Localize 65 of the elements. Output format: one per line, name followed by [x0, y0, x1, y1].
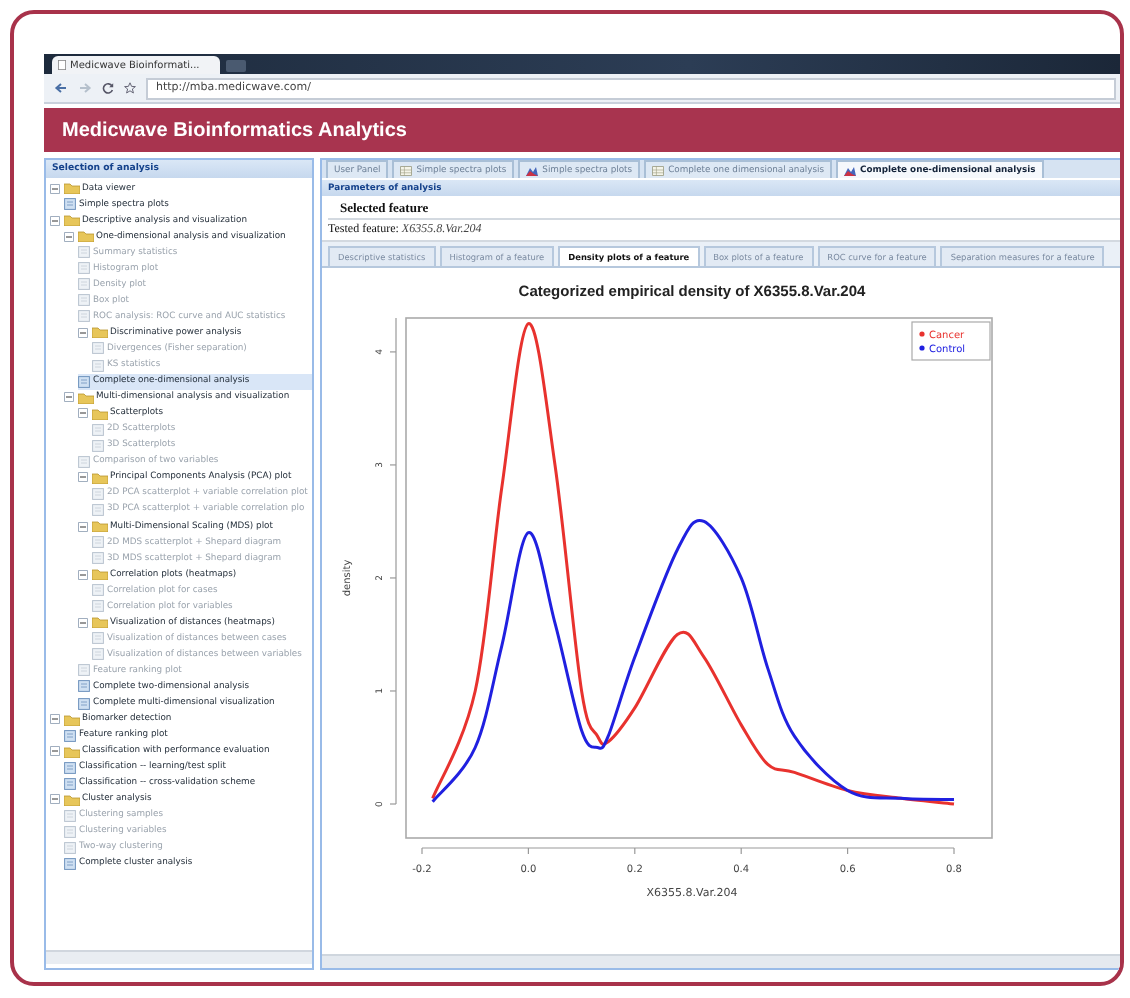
- star-icon[interactable]: [124, 82, 136, 94]
- document-icon: [64, 729, 76, 742]
- collapse-icon[interactable]: [50, 746, 60, 757]
- collapse-icon[interactable]: [64, 231, 74, 242]
- document-icon: [92, 342, 104, 355]
- document-icon: [78, 310, 90, 323]
- folder-icon: [63, 713, 79, 726]
- folder-icon: [63, 745, 79, 758]
- document-icon: [92, 487, 104, 500]
- document-icon: [92, 632, 104, 645]
- document-icon: [64, 841, 76, 854]
- document-icon: [92, 648, 104, 661]
- document-icon: [92, 584, 104, 597]
- legend-box: [911, 321, 991, 361]
- document-icon: [92, 536, 104, 549]
- document-icon: [92, 503, 104, 516]
- back-icon[interactable]: [54, 82, 68, 94]
- document-icon: [78, 375, 90, 388]
- document-icon: [64, 809, 76, 822]
- collapse-icon[interactable]: [50, 215, 60, 226]
- collapse-icon[interactable]: [78, 521, 88, 531]
- document-icon: [92, 439, 104, 452]
- collapse-icon[interactable]: [50, 183, 60, 194]
- document-icon: [92, 552, 104, 565]
- folder-icon: [63, 182, 79, 195]
- collapse-icon[interactable]: [64, 392, 74, 403]
- document-icon: [92, 423, 104, 436]
- document-icon: [64, 825, 76, 838]
- document-icon: [78, 294, 90, 307]
- document-icon: [64, 777, 76, 790]
- document-icon: [78, 697, 90, 710]
- document-icon: [92, 600, 104, 613]
- chart-icon: [844, 165, 857, 175]
- table-icon: [652, 165, 665, 175]
- forward-icon[interactable]: [78, 82, 92, 94]
- chart-icon: [526, 165, 539, 175]
- folder-icon: [91, 616, 107, 629]
- document-icon: [64, 857, 76, 870]
- folder-icon: [63, 793, 79, 806]
- document-icon: [78, 455, 90, 468]
- scrollbar[interactable]: [46, 950, 312, 964]
- document-icon: [78, 262, 90, 275]
- collapse-icon[interactable]: [78, 327, 88, 338]
- document-icon: [78, 246, 90, 259]
- collapse-icon[interactable]: [78, 569, 88, 580]
- document-icon: [64, 761, 76, 774]
- table-icon: [400, 165, 413, 175]
- folder-icon: [91, 471, 107, 484]
- app-header: Medicwave Bioinformatics Analytics: [44, 108, 1120, 152]
- collapse-icon[interactable]: [50, 794, 60, 805]
- collapse-icon[interactable]: [78, 472, 88, 483]
- page-icon: [58, 60, 66, 70]
- reload-icon[interactable]: [102, 82, 114, 94]
- document-icon: [78, 278, 90, 291]
- document-icon: [78, 664, 90, 677]
- collapse-icon[interactable]: [50, 714, 60, 725]
- document-icon: [64, 198, 76, 211]
- scrollbar[interactable]: [322, 954, 1120, 968]
- collapse-icon[interactable]: [78, 408, 88, 419]
- collapse-icon[interactable]: [78, 617, 88, 628]
- folder-icon: [91, 568, 107, 581]
- folder-icon: [91, 326, 107, 339]
- document-icon: [78, 680, 90, 693]
- document-icon: [92, 359, 104, 372]
- folder-icon: [91, 520, 107, 532]
